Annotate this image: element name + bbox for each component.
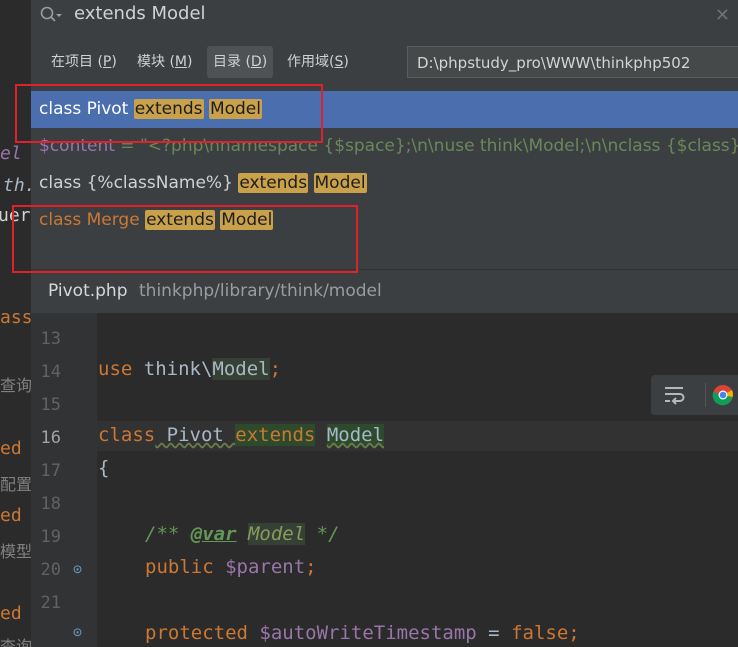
preview-file-bar: Pivot.php thinkphp/library/think/model xyxy=(31,269,738,314)
bg-fragment: th. xyxy=(3,175,31,196)
bg-fragment: 配置 xyxy=(0,475,31,494)
bg-fragment: ed xyxy=(0,505,22,526)
tab-label: 在项目 xyxy=(51,54,98,70)
override-gutter-icon[interactable]: ⊙ xyxy=(73,560,82,578)
chrome-icon[interactable] xyxy=(712,384,734,410)
keyword: class xyxy=(98,424,156,446)
bg-fragment: 模型 xyxy=(0,542,31,561)
line-number: 17 xyxy=(40,461,61,481)
preview-editor[interactable]: 13 14 15 16 17 18 19 20 21 ⊙ ⊙ use think… xyxy=(31,313,738,647)
bg-fragment: 查询 xyxy=(0,376,31,395)
tab-mnemonic: M xyxy=(174,54,188,70)
punct: ; xyxy=(568,622,580,644)
tab-scope[interactable]: 作用域(S) xyxy=(281,46,355,78)
line-number: 15 xyxy=(40,395,61,415)
code-line: use think\Model; xyxy=(98,358,281,380)
tab-label: 作用域 xyxy=(287,54,329,70)
tab-label: 模块 xyxy=(137,54,170,70)
wrap-icon[interactable] xyxy=(663,384,687,410)
punct: ; xyxy=(269,358,282,380)
line-number: 19 xyxy=(40,527,61,547)
directory-path-field[interactable]: D:\phpstudy_pro\WWW\thinkphp502 xyxy=(407,46,738,78)
class-ref: Model xyxy=(212,358,270,380)
match-highlight: extends xyxy=(238,173,309,193)
tab-module[interactable]: 模块 (M) xyxy=(131,46,198,78)
variable: $parent xyxy=(213,556,306,578)
literal: false xyxy=(511,622,569,644)
scope-tabs: 在项目 (P) 模块 (M) 目录 (D) 作用域(S) D:\phpstudy… xyxy=(31,44,738,84)
annotation-box xyxy=(15,84,323,143)
keyword: use xyxy=(98,358,133,380)
doc-type: Model xyxy=(247,523,306,545)
tab-mnemonic: D xyxy=(250,54,262,70)
match-highlight: Model xyxy=(313,173,367,193)
search-input[interactable]: extends Model xyxy=(74,3,206,24)
namespace: think\ xyxy=(132,358,213,380)
line-number: 16 xyxy=(40,428,61,448)
tab-mnemonic: P xyxy=(102,54,112,70)
tab-label: 目录 xyxy=(213,54,246,70)
variable: $autoWriteTimestamp xyxy=(247,622,477,644)
operator: = xyxy=(476,622,512,644)
toolbar-divider xyxy=(705,383,706,407)
line-number: 18 xyxy=(40,494,61,514)
line-number: 20 xyxy=(40,560,61,580)
tab-in-project[interactable]: 在项目 (P) xyxy=(45,46,123,78)
search-icon[interactable] xyxy=(40,6,62,24)
bg-fragment: ed xyxy=(0,438,22,459)
bg-fragment: el xyxy=(0,143,22,164)
file-path: thinkphp/library/think/model xyxy=(139,281,382,301)
bg-fragment: 查询 xyxy=(0,637,31,647)
comment: */ xyxy=(305,523,340,545)
class-ref: Model xyxy=(326,424,385,446)
code-line: class Pivot extends Model xyxy=(98,424,385,446)
bg-fragment: ass xyxy=(0,307,31,328)
class-name: Pivot xyxy=(155,424,236,446)
result-text: class {%className%} xyxy=(39,173,239,193)
doc-tag: @var xyxy=(190,523,237,545)
comment: /** xyxy=(145,523,191,545)
code-line: public $parent; xyxy=(145,556,317,578)
keyword: public xyxy=(145,556,214,578)
tab-mnemonic: S xyxy=(334,54,344,70)
file-name: Pivot.php xyxy=(48,281,128,301)
punct: ; xyxy=(305,556,317,578)
code-line: /** @var Model */ xyxy=(145,523,340,545)
override-gutter-icon[interactable]: ⊙ xyxy=(73,623,82,641)
floating-toolbar xyxy=(651,375,738,415)
annotation-box xyxy=(12,205,358,273)
line-number: 13 xyxy=(40,329,61,349)
comment xyxy=(237,523,248,545)
tab-directory[interactable]: 目录 (D) xyxy=(207,46,274,78)
search-row: extends Model ✕ xyxy=(31,0,738,32)
result-item[interactable]: class {%className%} extends Model xyxy=(31,165,738,202)
code-line: protected $autoWriteTimestamp = false; xyxy=(145,622,580,644)
bg-fragment: ed xyxy=(0,603,22,624)
code-line: { xyxy=(98,457,110,479)
line-number: 21 xyxy=(40,593,61,613)
keyword: extends xyxy=(235,424,316,446)
close-icon[interactable]: ✕ xyxy=(715,5,730,26)
keyword: protected xyxy=(145,622,248,644)
line-number: 14 xyxy=(40,362,61,382)
